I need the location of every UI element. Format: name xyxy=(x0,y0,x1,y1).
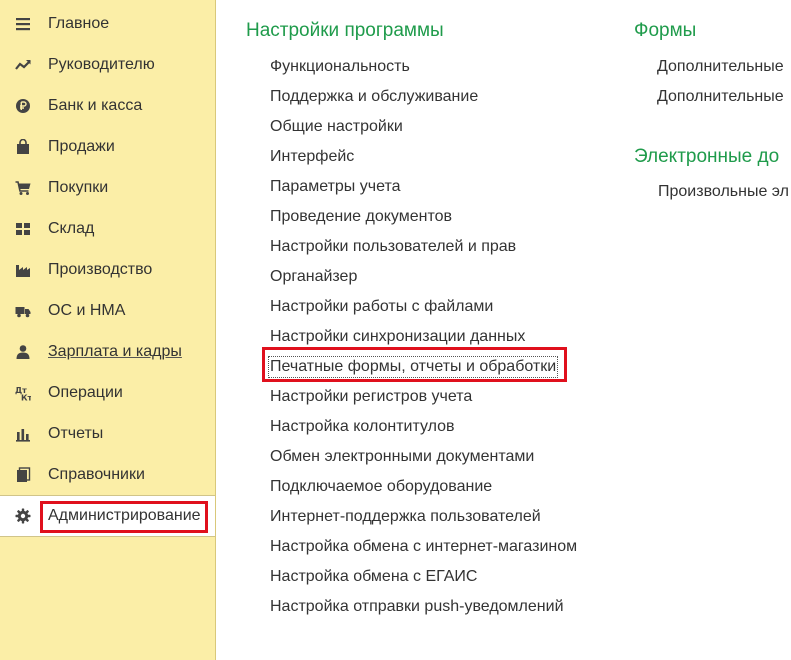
link-online-store-exchange[interactable]: Настройка обмена с интернет-магазином xyxy=(270,538,577,556)
link-print-forms[interactable]: Печатные формы, отчеты и обработки xyxy=(267,356,559,378)
sidebar-item-production[interactable]: Производство xyxy=(0,249,215,290)
sidebar-item-label: Руководителю xyxy=(48,56,155,73)
link-edocs-arbitrary[interactable]: Произвольные эл xyxy=(658,183,789,201)
ruble-coin-icon xyxy=(15,98,31,114)
link-files[interactable]: Настройки работы с файлами xyxy=(270,298,493,316)
link-document-posting[interactable]: Проведение документов xyxy=(270,208,452,226)
person-icon xyxy=(15,344,31,360)
sidebar-item-label: Банк и касса xyxy=(48,97,143,114)
link-egais-exchange[interactable]: Настройка обмена с ЕГАИС xyxy=(270,568,477,586)
link-internet-support[interactable]: Интернет-поддержка пользователей xyxy=(270,508,541,526)
sidebar-item-label: Склад xyxy=(48,220,95,237)
edocs-section-title: Электронные до xyxy=(634,146,780,167)
sidebar-item-assets[interactable]: ОС и НМА xyxy=(0,290,215,331)
link-general-settings[interactable]: Общие настройки xyxy=(270,118,403,136)
sidebar-item-catalogs[interactable]: Справочники xyxy=(0,454,215,495)
link-interface[interactable]: Интерфейс xyxy=(270,148,354,166)
truck-icon xyxy=(15,303,31,319)
link-forms-additional-1[interactable]: Дополнительные xyxy=(657,58,784,76)
sidebar-item-reports[interactable]: Отчеты xyxy=(0,413,215,454)
link-headers-footers[interactable]: Настройка колонтитулов xyxy=(270,418,455,436)
link-forms-additional-2[interactable]: Дополнительные xyxy=(657,88,784,106)
sidebar-item-label: Справочники xyxy=(48,466,145,483)
sidebar-item-label: Операции xyxy=(48,384,123,401)
link-functionality[interactable]: Функциональность xyxy=(270,58,410,76)
link-support[interactable]: Поддержка и обслуживание xyxy=(270,88,478,106)
link-edoc-exchange[interactable]: Обмен электронными документами xyxy=(270,448,534,466)
cart-icon xyxy=(15,180,31,196)
sidebar-item-label: ОС и НМА xyxy=(48,302,126,319)
sidebar-item-label: Производство xyxy=(48,261,153,278)
menu-lines-icon xyxy=(15,16,31,32)
sidebar-item-label: Зарплата и кадры xyxy=(48,343,182,360)
link-equipment[interactable]: Подключаемое оборудование xyxy=(270,478,492,496)
warehouse-grid-icon xyxy=(15,221,31,237)
shopping-bag-icon xyxy=(15,139,31,155)
sidebar-item-administration[interactable]: Администрирование xyxy=(0,495,215,537)
bar-chart-icon xyxy=(15,426,31,442)
factory-icon xyxy=(15,262,31,278)
link-push-notifications[interactable]: Настройка отправки push-уведомлений xyxy=(270,598,564,616)
gear-icon xyxy=(15,508,31,524)
sidebar-item-label: Покупки xyxy=(48,179,109,196)
link-users-rights[interactable]: Настройки пользователей и прав xyxy=(270,238,516,256)
sidebar-item-operations[interactable]: Дт Кт Операции xyxy=(0,372,215,413)
trend-line-icon xyxy=(15,57,31,73)
link-data-sync[interactable]: Настройки синхронизации данных xyxy=(270,328,525,346)
link-organizer[interactable]: Органайзер xyxy=(270,268,357,286)
link-accounting-registers[interactable]: Настройки регистров учета xyxy=(270,388,472,406)
sidebar-item-sales[interactable]: Продажи xyxy=(0,126,215,167)
sidebar-item-purchases[interactable]: Покупки xyxy=(0,167,215,208)
sidebar-item-warehouse[interactable]: Склад xyxy=(0,208,215,249)
sidebar-item-bank[interactable]: Банк и касса xyxy=(0,85,215,126)
settings-section-title: Настройки программы xyxy=(246,20,444,41)
dt-kt-icon: Дт Кт xyxy=(15,385,31,401)
sidebar-item-label: Отчеты xyxy=(48,425,104,442)
link-accounting-params[interactable]: Параметры учета xyxy=(270,178,400,196)
svg-text:Кт: Кт xyxy=(21,394,31,402)
sidebar-item-main[interactable]: Главное xyxy=(0,3,215,44)
sidebar-item-label: Администрирование xyxy=(48,507,201,524)
sidebar-item-label: Продажи xyxy=(48,138,115,155)
sidebar-item-director[interactable]: Руководителю xyxy=(0,44,215,85)
books-icon xyxy=(15,467,31,483)
forms-section-title: Формы xyxy=(634,20,697,41)
sidebar: Главное Руководителю Банк и касса Продаж… xyxy=(0,0,216,660)
app-window: Главное Руководителю Банк и касса Продаж… xyxy=(0,0,791,660)
sidebar-item-label: Главное xyxy=(48,15,110,32)
sidebar-item-salary[interactable]: Зарплата и кадры xyxy=(0,331,215,372)
